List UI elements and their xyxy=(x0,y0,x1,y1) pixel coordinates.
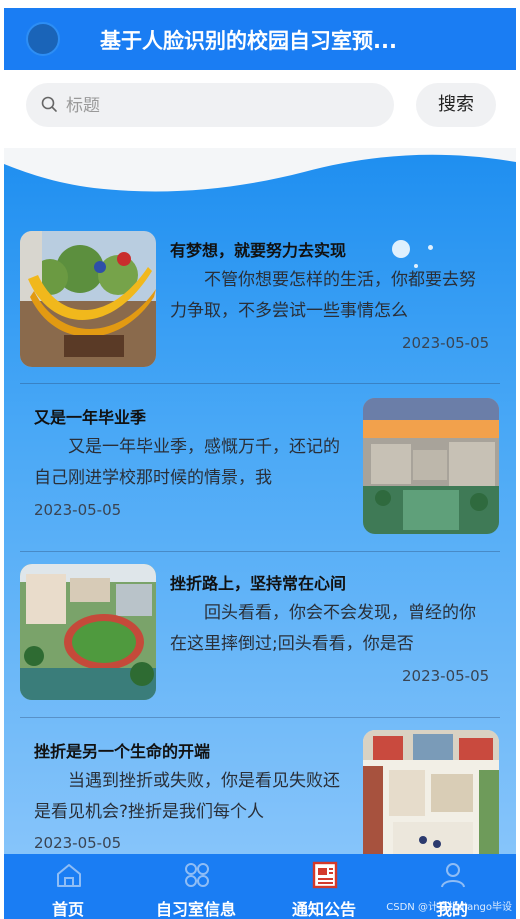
article-card[interactable]: 又是一年毕业季 又是一年毕业季，感慨万千，还记的自己刚进学校那时候的情景，我 2… xyxy=(20,398,500,536)
search-box[interactable] xyxy=(26,83,394,129)
news-icon xyxy=(312,861,338,889)
article-excerpt: 当遇到挫折或失败，你是看见失败还是看见机会?挫折是我们每个人 xyxy=(34,771,340,822)
tab-label: 首页 xyxy=(51,900,84,919)
article-card[interactable]: 有梦想，就要努力去实现 不管你想要怎样的生活，你都要去努力争取，不多尝试一些事情… xyxy=(20,231,500,369)
article-image-campus-aerial[interactable] xyxy=(20,564,156,700)
tab-study-room[interactable]: 自习室信息 xyxy=(132,854,260,919)
article-date: 2023-05-05 xyxy=(402,667,490,685)
article-image-sculpture[interactable] xyxy=(20,231,156,367)
search-icon xyxy=(41,96,57,112)
tab-label: 通知公告 xyxy=(291,900,356,919)
article-list[interactable]: 有梦想，就要努力去实现 不管你想要怎样的生活，你都要去努力争取，不多尝试一些事情… xyxy=(4,148,516,854)
article-image-campus-sunset[interactable] xyxy=(363,398,499,534)
search-button[interactable]: 搜索 xyxy=(416,83,496,127)
app-frame: 基于人脸识别的校园自习室预... 搜索 xyxy=(4,8,516,919)
article-date: 2023-05-05 xyxy=(402,334,490,352)
article-card[interactable]: 挫折是另一个生命的开端 当遇到挫折或失败，你是看见失败还是看见机会?挫折是我们每… xyxy=(20,730,500,854)
bottom-tab-bar: 首页 自习室信息 通知公告 我的 CSDN @计算机django毕设 xyxy=(4,854,516,919)
grid-icon xyxy=(185,863,209,887)
search-input[interactable] xyxy=(64,83,388,129)
article-excerpt: 不管你想要怎样的生活，你都要去努力争取，不多尝试一些事情怎么 xyxy=(170,270,476,321)
article-date: 2023-05-05 xyxy=(34,834,122,852)
top-header: 基于人脸识别的校园自习室预... xyxy=(4,8,516,70)
tab-home[interactable]: 首页 xyxy=(4,854,132,919)
watermark: CSDN @计算机django毕设 xyxy=(386,902,512,913)
article-excerpt: 回头看看，你会不会发现，曾经的你在这里摔倒过;回头看看，你是否 xyxy=(170,603,476,654)
article-title[interactable]: 挫折路上，坚持常在心间 xyxy=(170,570,346,594)
user-icon xyxy=(441,863,465,888)
divider xyxy=(20,551,500,552)
article-title[interactable]: 又是一年毕业季 xyxy=(34,404,146,428)
page-title: 基于人脸识别的校园自习室预... xyxy=(100,29,397,53)
article-card[interactable]: 挫折路上，坚持常在心间 回头看看，你会不会发现，曾经的你在这里摔倒过;回头看看，… xyxy=(20,564,500,702)
avatar[interactable] xyxy=(26,22,60,56)
article-excerpt: 又是一年毕业季，感慨万千，还记的自己刚进学校那时候的情景，我 xyxy=(34,437,340,488)
article-title[interactable]: 有梦想，就要努力去实现 xyxy=(170,237,346,261)
article-date: 2023-05-05 xyxy=(34,501,122,519)
article-title[interactable]: 挫折是另一个生命的开端 xyxy=(34,738,210,762)
divider xyxy=(20,717,500,718)
tab-label: 自习室信息 xyxy=(155,900,236,919)
search-bar: 搜索 xyxy=(4,70,516,148)
wave-decoration xyxy=(4,148,516,192)
article-image-campus-illustration[interactable] xyxy=(363,730,499,854)
home-icon xyxy=(57,864,81,887)
divider xyxy=(20,383,500,384)
tab-notice[interactable]: 通知公告 xyxy=(260,854,388,919)
